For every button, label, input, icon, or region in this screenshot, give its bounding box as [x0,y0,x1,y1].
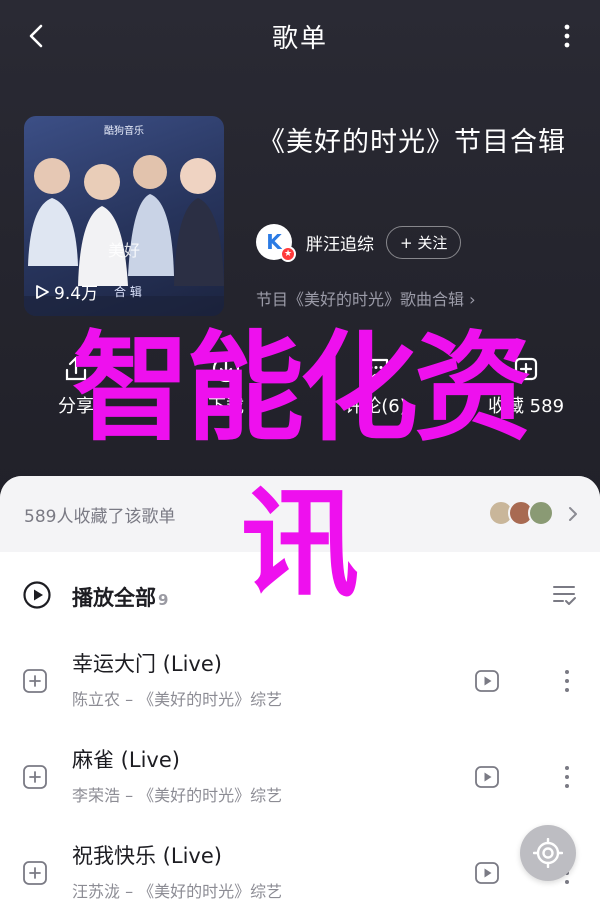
playlist-tag-link[interactable]: 节目《美好的时光》歌曲合辑 › [256,286,476,310]
target-icon [533,838,563,868]
mv-play-icon[interactable] [474,860,500,886]
creator-row[interactable]: K ★ 胖汪追综 + 关注 [256,222,462,262]
song-row[interactable]: 幸运大门 (Live) 陈立农 – 《美好的时光》综艺 [0,634,600,730]
creator-name[interactable]: 胖汪追综 [306,230,374,255]
star-badge-icon: ★ [280,246,296,262]
collectors-row[interactable]: 589人收藏了该歌单 [0,476,600,552]
song-subtitle: 李荣浩 – 《美好的时光》综艺 [72,786,283,805]
comment-icon [363,358,389,382]
comment-button[interactable]: 评论(6) [316,350,436,418]
share-icon [65,356,87,381]
add-square-icon[interactable] [22,860,48,886]
play-count: 9.4万 合 辑 [34,279,142,304]
cover-brand-logo: 酷狗音乐 [104,126,144,137]
creator-avatar[interactable]: K ★ [256,224,296,262]
collect-label: 收藏 589 [487,396,565,417]
mv-play-icon[interactable] [474,764,500,790]
download-button[interactable]: 下载 [166,350,286,418]
collectors-text: 589人收藏了该歌单 [24,507,176,527]
song-title: 幸运大门 (Live) [72,652,222,676]
play-all-row: 播放全部 9 [0,564,600,624]
playlist-tag-text: 节目《美好的时光》歌曲合辑 [256,290,465,309]
chevron-right-icon [569,507,577,521]
chevron-right-icon: › [469,290,476,309]
share-button[interactable]: 分享 [16,350,136,418]
follow-button[interactable]: + 关注 [386,225,462,259]
download-icon [212,355,240,383]
play-circle-icon[interactable] [22,580,52,610]
more-vertical-icon[interactable] [560,22,574,50]
mv-play-icon[interactable] [474,668,500,694]
play-count-value: 9.4万 [54,284,99,304]
action-bar: 分享 下载 评论(6) 收藏 589 [0,350,600,440]
song-subtitle: 汪苏泷 – 《美好的时光》综艺 [72,882,283,901]
add-square-icon[interactable] [22,764,48,790]
song-count: 9 [158,591,169,609]
play-all-label: 播放全部 [72,586,156,610]
collect-button[interactable]: 收藏 589 [466,350,586,418]
comment-label: 评论(6) [345,396,407,417]
more-vertical-icon[interactable] [562,668,572,694]
play-outline-icon [36,284,49,299]
top-bar: 歌单 [0,0,600,72]
cover-caption: 合 辑 [114,285,142,299]
floating-assistant-button[interactable] [520,825,576,881]
song-row[interactable]: 祝我快乐 (Live) 汪苏泷 – 《美好的时光》综艺 [0,826,600,922]
download-label: 下载 [208,396,244,417]
more-vertical-icon[interactable] [562,764,572,790]
page-title: 歌单 [271,24,328,54]
collect-icon [514,357,538,381]
play-all-button[interactable]: 播放全部 9 [72,582,168,612]
playlist-title: 《美好的时光》节目合辑 [258,127,566,158]
creator-logo-icon: K [266,230,282,254]
playlist-cover[interactable]: 酷狗音乐 美好 9.4万 合 辑 [24,116,224,316]
collector-avatar [528,500,554,526]
song-subtitle: 陈立农 – 《美好的时光》综艺 [72,690,283,709]
song-title: 祝我快乐 (Live) [72,844,222,868]
svg-text:美好: 美好 [108,241,140,260]
share-label: 分享 [58,396,94,417]
song-row[interactable]: 麻雀 (Live) 李荣浩 – 《美好的时光》综艺 [0,730,600,826]
add-square-icon[interactable] [22,668,48,694]
collector-avatars [488,500,554,526]
multi-select-icon[interactable] [550,580,578,608]
song-title: 麻雀 (Live) [72,748,180,772]
